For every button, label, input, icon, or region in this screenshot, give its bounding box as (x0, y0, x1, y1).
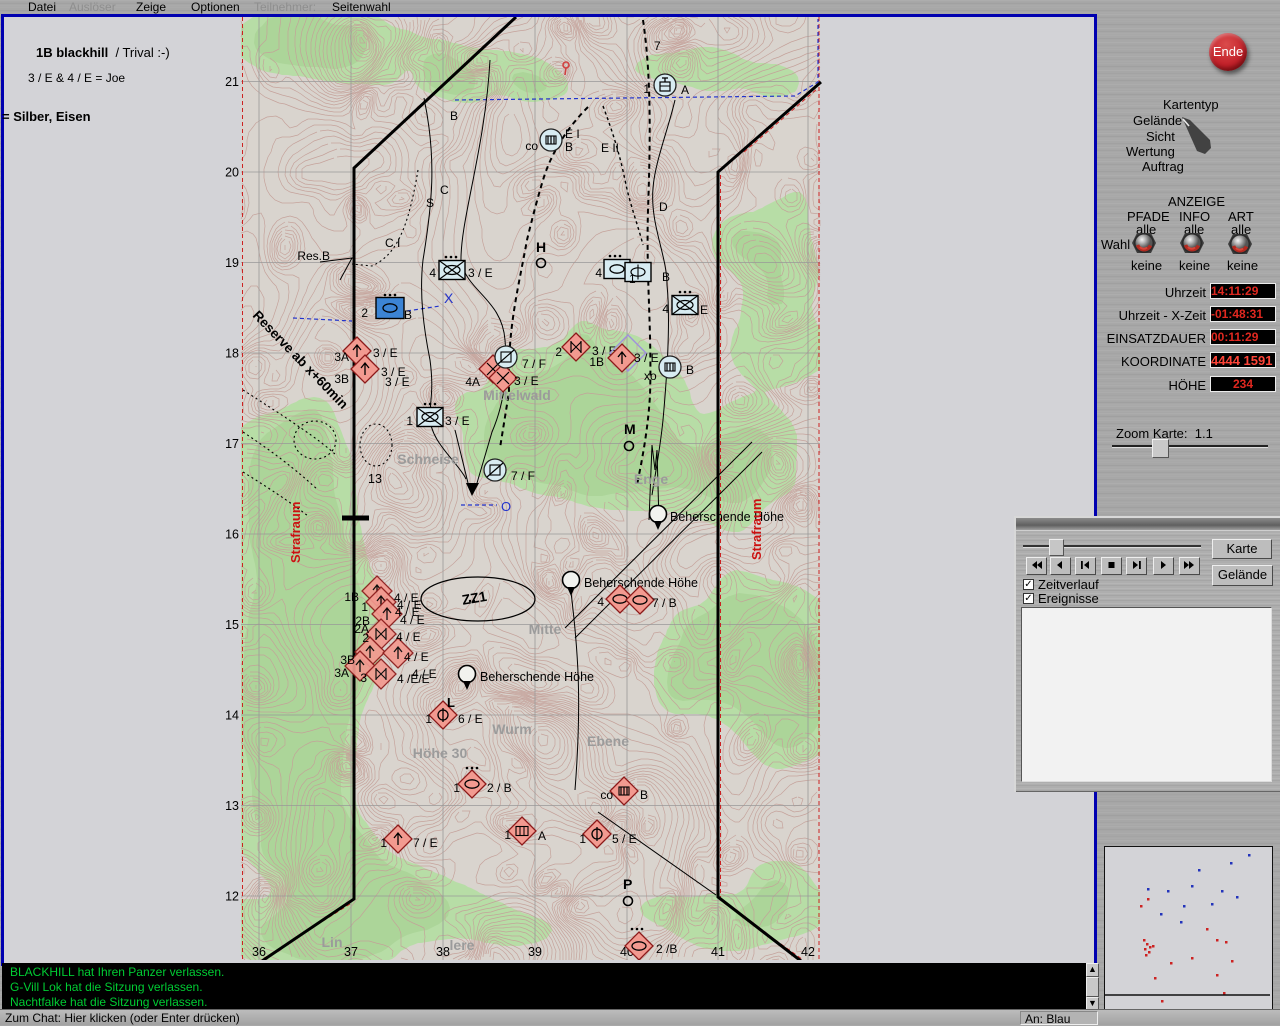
svg-text:B: B (565, 140, 573, 154)
svg-text:1: 1 (361, 600, 368, 614)
svg-text:7 / B: 7 / B (652, 596, 677, 610)
svg-text:1: 1 (425, 712, 432, 726)
svg-text:B: B (404, 308, 412, 322)
svg-text:C: C (440, 183, 449, 197)
svg-text:1: 1 (453, 781, 460, 795)
svg-text:E: E (700, 303, 708, 317)
svg-text:xo: xo (644, 369, 657, 383)
svg-text:B: B (686, 363, 694, 377)
svg-text:41: 41 (711, 945, 725, 959)
svg-text:14: 14 (225, 709, 239, 723)
svg-text:O: O (501, 499, 511, 514)
svg-text:Mitte: Mitte (529, 621, 562, 637)
svg-text:D: D (659, 200, 668, 214)
svg-text:20: 20 (225, 166, 239, 180)
svg-text:2: 2 (362, 631, 369, 645)
svg-text:7 / F: 7 / F (511, 469, 535, 483)
svg-text:36: 36 (252, 945, 266, 959)
svg-text:3 / E: 3 / E (514, 374, 539, 388)
svg-text:13: 13 (368, 472, 382, 486)
svg-text:P: P (623, 876, 632, 892)
svg-text:4: 4 (597, 595, 604, 609)
svg-text:S: S (426, 196, 434, 210)
svg-text:3 / E: 3 / E (445, 414, 470, 428)
svg-text:3B: 3B (334, 372, 349, 386)
svg-text:1: 1 (629, 272, 636, 286)
svg-text:7 / E: 7 / E (413, 836, 438, 850)
svg-text:E I: E I (565, 127, 580, 141)
svg-text:17: 17 (225, 437, 239, 451)
svg-text:1: 1 (643, 82, 650, 96)
svg-text:12: 12 (225, 890, 239, 904)
svg-text:2: 2 (361, 306, 368, 320)
svg-text:Höhe 30: Höhe 30 (413, 745, 468, 761)
svg-text:Strafraum: Strafraum (749, 499, 764, 560)
svg-text:1: 1 (406, 414, 413, 428)
svg-text:4 / E: 4 / E (400, 613, 425, 627)
svg-text:Beherschende Höhe: Beherschende Höhe (480, 670, 594, 684)
svg-text:lere: lere (450, 937, 475, 953)
svg-text:3 / E: 3 / E (385, 375, 410, 389)
svg-text:1B: 1B (344, 590, 359, 604)
svg-text:E II: E II (601, 141, 619, 155)
svg-text:1: 1 (579, 832, 586, 846)
svg-text:4: 4 (429, 266, 436, 280)
svg-text:B: B (640, 788, 648, 802)
svg-text:L: L (447, 695, 455, 710)
svg-text:B: B (450, 109, 458, 123)
svg-text:19: 19 (225, 256, 239, 270)
svg-text:co: co (600, 788, 613, 802)
svg-text:39: 39 (528, 945, 542, 959)
svg-text:co: co (525, 139, 538, 153)
svg-text:Wurm: Wurm (492, 721, 531, 737)
svg-text:3 / E: 3 / E (373, 346, 398, 360)
svg-text:C I: C I (385, 236, 400, 250)
svg-text:Schneise: Schneise (397, 451, 459, 467)
svg-text:3A: 3A (334, 350, 349, 364)
svg-text:2 /B: 2 /B (656, 942, 677, 956)
svg-text:42: 42 (801, 945, 815, 959)
svg-text:4 /E/E: 4 /E/E (397, 672, 430, 686)
svg-text:3A: 3A (334, 666, 349, 680)
svg-text:4: 4 (662, 302, 669, 316)
svg-text:4A: 4A (465, 375, 480, 389)
svg-text:18: 18 (225, 347, 239, 361)
svg-text:3: 3 (360, 671, 367, 685)
svg-text:6 / E: 6 / E (458, 712, 483, 726)
svg-text:1: 1 (504, 828, 511, 842)
svg-text:Res.B: Res.B (297, 249, 330, 263)
svg-text:Ebene: Ebene (587, 733, 629, 749)
svg-text:Lin: Lin (322, 934, 343, 950)
svg-text:B: B (662, 270, 670, 284)
svg-text:4 / E: 4 / E (396, 630, 421, 644)
svg-text:15: 15 (225, 618, 239, 632)
svg-text:4: 4 (595, 266, 602, 280)
svg-text:A: A (538, 829, 546, 843)
svg-text:1: 1 (380, 836, 387, 850)
svg-text:H: H (536, 239, 546, 255)
svg-text:37: 37 (344, 945, 358, 959)
svg-text:2: 2 (555, 345, 562, 359)
svg-text:21: 21 (225, 75, 239, 89)
svg-text:13: 13 (225, 799, 239, 813)
svg-text:7 / F: 7 / F (522, 357, 546, 371)
svg-text:16: 16 (225, 528, 239, 542)
svg-text:3 / E: 3 / E (634, 351, 659, 365)
svg-text:3B: 3B (340, 653, 355, 667)
svg-text:7: 7 (654, 39, 661, 53)
svg-text:Beherschende Höhe: Beherschende Höhe (670, 510, 784, 524)
svg-text:Mittelwald: Mittelwald (483, 387, 551, 403)
svg-text:2 / B: 2 / B (487, 781, 512, 795)
svg-text:M: M (624, 421, 636, 437)
svg-text:38: 38 (436, 945, 450, 959)
svg-text:Enge: Enge (634, 471, 668, 487)
svg-text:A: A (681, 83, 689, 97)
svg-text:X: X (444, 290, 454, 306)
svg-text:3 / E: 3 / E (468, 266, 493, 280)
svg-text:1B: 1B (589, 355, 604, 369)
svg-text:5 / E: 5 / E (612, 832, 637, 846)
svg-text:4 / E: 4 / E (404, 650, 429, 664)
svg-text:Strafraum: Strafraum (288, 502, 303, 563)
